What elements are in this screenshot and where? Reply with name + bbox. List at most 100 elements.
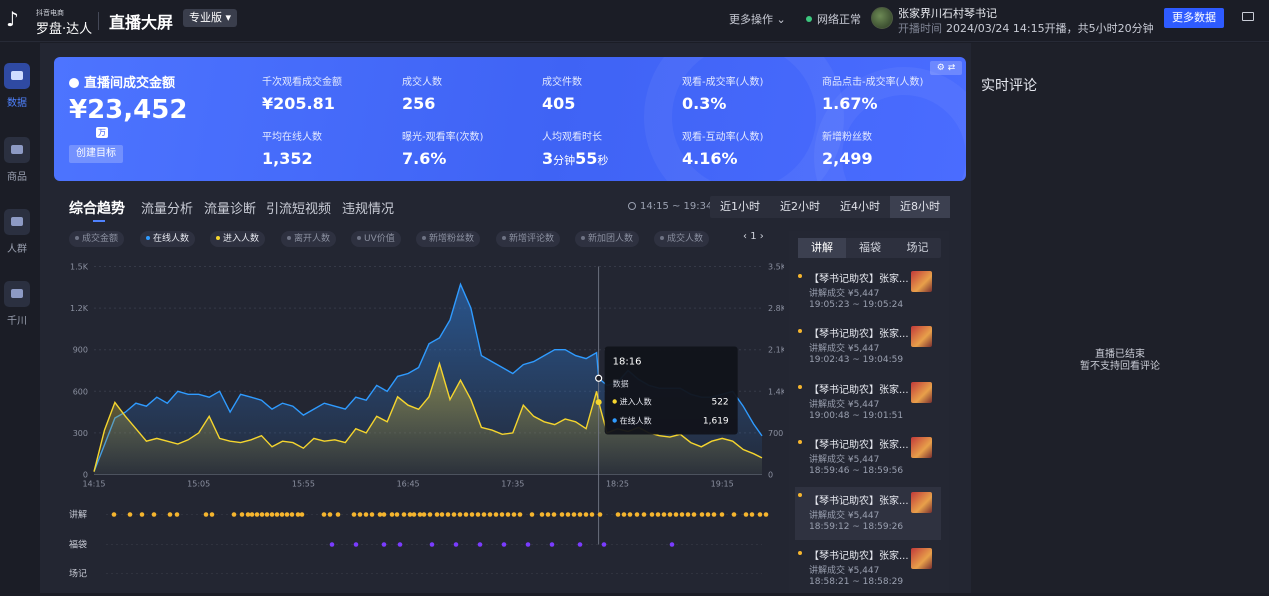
nav-item-label: 商品: [7, 172, 27, 183]
explain-event-dot: [743, 512, 749, 517]
more-operations-dropdown[interactable]: 更多操作 ⌄: [729, 11, 786, 27]
explain-event-dot: [295, 512, 301, 517]
more-data-button[interactable]: 更多数据: [1164, 8, 1224, 28]
logo-title: 罗盘·达人: [36, 22, 93, 37]
explain-event-dot: [151, 512, 157, 517]
explain-event-dot: [565, 512, 571, 517]
event-row-label: 讲解: [69, 509, 87, 521]
metric-chip-gmv[interactable]: 成交金额: [69, 231, 125, 247]
tab-traffic-diagnosis[interactable]: 流量诊断: [204, 198, 256, 217]
metric-chip-buyers[interactable]: 成交人数: [654, 231, 710, 247]
monitor-icon[interactable]: [1242, 12, 1254, 21]
nav-item-label: 数据: [7, 98, 27, 109]
metric-watch-conversion: 观看-成交率(人数) 0.3%: [682, 73, 832, 113]
gmv-heading-label: 直播间成交金额: [84, 76, 176, 91]
x-tick-label: 19:15: [711, 480, 734, 489]
settings-icon[interactable]: ⚙: [937, 63, 945, 73]
create-goal-button[interactable]: 创建目标: [69, 145, 123, 163]
tooltip-row-label: 进入人数: [620, 397, 652, 407]
bullet-icon: [798, 551, 802, 555]
period-8h[interactable]: 近8小时: [890, 196, 950, 218]
chip-dot-icon: [146, 236, 150, 240]
explain-event-dot: [511, 512, 517, 517]
metric-chip-entries[interactable]: 进入人数: [210, 231, 266, 247]
metric-label: 新增粉丝数: [822, 132, 872, 143]
metric-chip-new-fans[interactable]: 新增粉丝数: [416, 231, 481, 247]
tooltip-time: 18:16: [613, 357, 642, 368]
prev-page-icon[interactable]: ‹: [743, 231, 747, 242]
explain-event-dot: [655, 512, 661, 517]
tab-traffic-analysis[interactable]: 流量分析: [141, 198, 193, 217]
explain-event-dot: [381, 512, 387, 517]
metric-chip-uv[interactable]: UV价值: [351, 231, 401, 247]
tab-field-notes[interactable]: 场记: [894, 238, 941, 258]
metric-label: 人均观看时长: [542, 132, 602, 143]
explain-event-dot: [321, 512, 327, 517]
bullet-icon: [798, 493, 802, 497]
data-point-entries: [595, 399, 602, 406]
event-row-label: 场记: [69, 569, 87, 580]
nav-item-data[interactable]: 数据: [0, 63, 34, 109]
list-item[interactable]: 【琴书记助农】张家... 讲解成交 ¥5,447 19:00:48 ~ 19:01:…: [795, 379, 941, 429]
tab-explain[interactable]: 讲解: [798, 238, 846, 258]
nav-item-qianchuan[interactable]: 千川: [0, 281, 34, 327]
explain-event-dot: [731, 512, 737, 517]
explain-event-dot: [439, 512, 445, 517]
trend-chart[interactable]: 0 300 600 900 1.2K 1.5K 0 700 1.4K 2.1K 2.8K 3.5K 14…: [62, 256, 784, 596]
app-logo[interactable]: ♪ 抖音电商 罗盘·达人: [6, 5, 96, 37]
metric-items-sold: 成交件数 405: [542, 73, 692, 113]
tab-violations[interactable]: 违规情况: [342, 198, 394, 217]
lucky-bag-event-dot: [453, 542, 459, 547]
tab-lucky-bag[interactable]: 福袋: [846, 238, 894, 258]
x-tick-label: 17:35: [501, 480, 524, 489]
explain-event-dot: [505, 512, 511, 517]
period-selector: 近1小时 近2小时 近4小时 近8小时: [710, 196, 950, 218]
metric-chip-group-joins[interactable]: 新加团人数: [575, 231, 640, 247]
period-2h[interactable]: 近2小时: [770, 196, 830, 218]
explain-event-dot: [274, 512, 280, 517]
metric-value: 0.3%: [682, 94, 727, 113]
start-time-value: 2024/03/24 14:15开播，共5小时20分钟: [946, 22, 1154, 35]
explain-event-dot: [327, 512, 333, 517]
lucky-bag-event-dot: [477, 542, 483, 547]
list-item[interactable]: 【琴书记助农】张家... 讲解成交 ¥5,447 18:58:21 ~ 18:58:…: [795, 545, 941, 595]
period-4h[interactable]: 近4小时: [830, 196, 890, 218]
x-tick-label: 16:45: [397, 480, 420, 489]
nav-item-audience[interactable]: 人群: [0, 209, 34, 255]
metric-chip-online[interactable]: 在线人数: [140, 231, 196, 247]
metric-label: 成交人数: [402, 77, 442, 88]
explain-event-dot: [621, 512, 627, 517]
top-bar: ♪ 抖音电商 罗盘·达人 直播大屏 专业版 ▾ 更多操作 ⌄ 网络正常 张家界川…: [0, 0, 1269, 42]
metric-chip-new-comments[interactable]: 新增评论数: [496, 231, 561, 247]
tab-overall-trend[interactable]: 综合趋势: [69, 198, 125, 222]
swap-icon[interactable]: ⇄: [948, 63, 956, 73]
tooltip-row-label: 在线人数: [620, 416, 652, 426]
metric-avg-watch-time: 人均观看时长 3分钟55秒: [542, 128, 692, 168]
list-item[interactable]: 【琴书记助农】张家... 讲解成交 ¥5,447 19:02:43 ~ 19:04:…: [795, 323, 941, 373]
page-number: 1: [750, 231, 757, 242]
next-page-icon[interactable]: ›: [760, 231, 764, 242]
caret-down-icon: ▾: [225, 11, 232, 24]
metric-value: 1,352: [262, 149, 313, 168]
bullet-icon: [798, 440, 802, 444]
chip-label: UV价值: [364, 234, 395, 244]
tab-short-videos[interactable]: 引流短视频: [266, 198, 331, 217]
list-item[interactable]: 【琴书记助农】张家... 讲解成交 ¥5,447 18:59:46 ~ 18:59:…: [795, 434, 941, 484]
explain-event-dot: [469, 512, 475, 517]
chip-dot-icon: [287, 236, 291, 240]
edition-label: 专业版: [189, 11, 222, 24]
nav-item-products[interactable]: 商品: [0, 137, 34, 183]
product-thumbnail: [911, 548, 932, 569]
edition-dropdown[interactable]: 专业版 ▾: [183, 9, 238, 27]
x-tick-label: 14:15: [82, 480, 105, 489]
info-dot-icon: [69, 78, 79, 88]
chip-dot-icon: [502, 236, 506, 240]
list-item[interactable]: 【琴书记助农】张家... 讲解成交 ¥5,447 18:59:12 ~ 18:59:…: [795, 487, 941, 540]
start-time-label: 开播时间: [898, 22, 942, 35]
list-item[interactable]: 【琴书记助农】张家... 讲解成交 ¥5,447 19:05:23 ~ 19:05:…: [795, 268, 941, 318]
metric-chip-leaves[interactable]: 离开人数: [281, 231, 337, 247]
period-1h[interactable]: 近1小时: [710, 196, 770, 218]
explain-event-dot: [369, 512, 375, 517]
chip-dot-icon: [357, 236, 361, 240]
explain-event-dot: [335, 512, 341, 517]
